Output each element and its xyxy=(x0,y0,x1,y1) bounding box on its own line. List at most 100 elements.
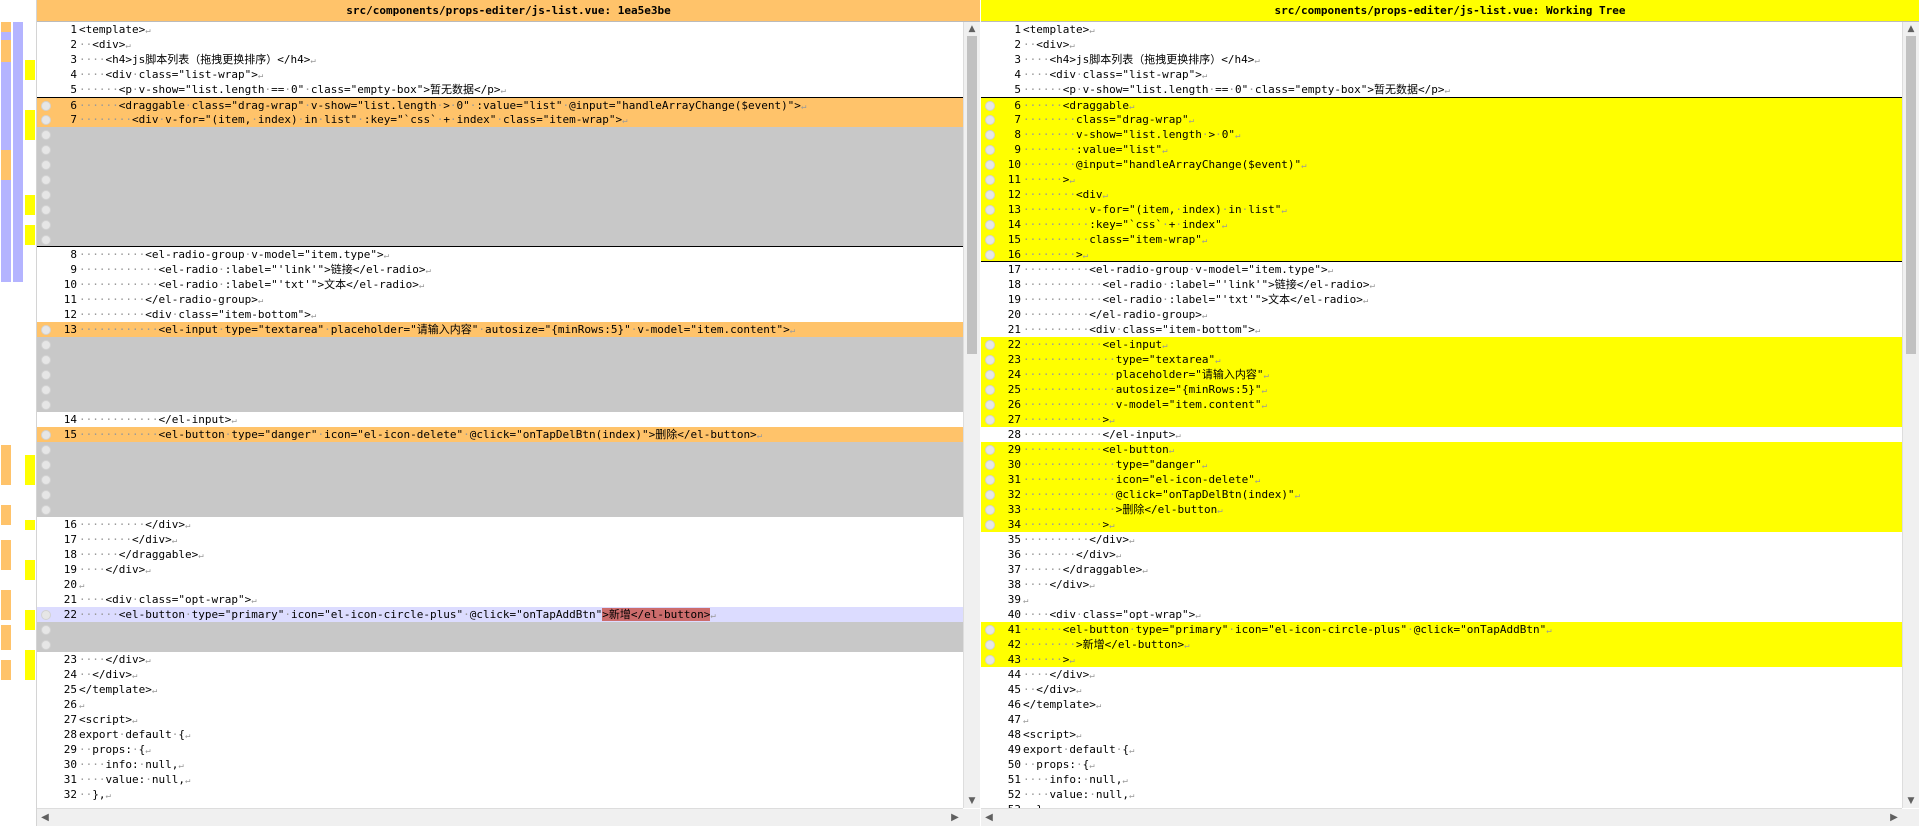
change-marker-icon[interactable] xyxy=(41,355,51,365)
change-marker-icon[interactable] xyxy=(41,505,51,515)
end-of-line-icon: ↵ xyxy=(1254,326,1261,336)
end-of-line-icon: ↵ xyxy=(1362,296,1369,306)
line-number-gutter: 36 xyxy=(981,547,1023,562)
end-of-line-icon: ↵ xyxy=(1369,281,1375,291)
change-marker-icon[interactable] xyxy=(41,220,51,230)
line-number-gutter: 22 xyxy=(37,607,79,622)
line-number-gutter: 2 xyxy=(37,37,79,52)
change-marker-icon[interactable] xyxy=(41,400,51,410)
scroll-left-arrow-icon[interactable]: ◀ xyxy=(37,809,53,826)
change-marker-icon[interactable] xyxy=(41,490,51,500)
diff-filler-line xyxy=(37,457,963,472)
left-code-view[interactable]: 1 <template>↵ 2 ··<div>↵ 3 ····<h4>js脚本列表（拖拽更… xyxy=(37,22,963,808)
change-marker-icon[interactable] xyxy=(41,625,51,635)
line-number-gutter: 37 xyxy=(981,562,1023,577)
code-line: 27 <script>↵ xyxy=(37,712,963,727)
line-number: 40 xyxy=(1007,608,1021,621)
change-marker-icon[interactable] xyxy=(41,370,51,380)
end-of-line-icon: ↵ xyxy=(171,536,178,546)
line-number: 46 xyxy=(1007,698,1021,711)
end-of-line-icon: ↵ xyxy=(1082,251,1089,261)
line-number-gutter: 1 xyxy=(37,22,79,37)
right-horizontal-scrollbar[interactable]: ◀ ▶ xyxy=(981,808,1902,826)
line-number-gutter: 26 xyxy=(981,397,1023,412)
line-number-gutter: 15 xyxy=(981,232,1023,247)
line-number: 28 xyxy=(1007,428,1021,441)
code-line: 33 ··············>删除</el-button↵ xyxy=(981,502,1902,517)
change-marker-icon[interactable] xyxy=(41,340,51,350)
line-number-gutter xyxy=(37,352,79,367)
line-number: 25 xyxy=(1007,383,1021,396)
line-number: 7 xyxy=(70,113,77,126)
change-marker-icon[interactable] xyxy=(41,235,51,245)
diff-filler-line xyxy=(37,217,963,232)
code-line: 1 <template>↵ xyxy=(981,22,1902,37)
end-of-line-icon: ↵ xyxy=(1201,71,1208,81)
line-number-gutter: 23 xyxy=(37,652,79,667)
code-line: 14 ············</el-input>↵ xyxy=(37,412,963,427)
change-marker-icon[interactable] xyxy=(41,160,51,170)
scroll-up-arrow-icon[interactable]: ▲ xyxy=(1903,22,1919,36)
code-line: 20 ··········</el-radio-group>↵ xyxy=(981,307,1902,322)
change-marker-icon[interactable] xyxy=(41,145,51,155)
line-number-gutter xyxy=(37,142,79,157)
code-line: 36 ········</div>↵ xyxy=(981,547,1902,562)
overview-change-marker xyxy=(25,650,35,680)
line-number-gutter: 14 xyxy=(981,217,1023,232)
left-scroll-thumb[interactable] xyxy=(967,36,977,354)
code-line: 10 ········@input="handleArrayChange($eve… xyxy=(981,157,1902,172)
end-of-line-icon: ↵ xyxy=(1261,386,1267,396)
line-number: 13 xyxy=(63,323,77,336)
left-horizontal-scrollbar[interactable]: ◀ ▶ xyxy=(37,808,963,826)
code-line: 43 ······>↵ xyxy=(981,652,1902,667)
scroll-up-arrow-icon[interactable]: ▲ xyxy=(964,22,980,36)
right-scroll-thumb[interactable] xyxy=(1906,36,1916,354)
change-marker-icon[interactable] xyxy=(41,385,51,395)
change-marker-icon[interactable] xyxy=(41,130,51,140)
code-line: 7 ········<div·v-for="(item,·index)·in·li… xyxy=(37,112,963,127)
line-number-gutter xyxy=(37,382,79,397)
left-vertical-scrollbar[interactable]: ▲ ▼ xyxy=(963,22,980,808)
end-of-line-icon: ↵ xyxy=(105,791,111,801)
line-number: 43 xyxy=(1007,653,1021,666)
line-number-gutter: 29 xyxy=(37,742,79,757)
scroll-down-arrow-icon[interactable]: ▼ xyxy=(964,794,980,808)
change-marker-icon[interactable] xyxy=(41,190,51,200)
line-number-gutter: 30 xyxy=(981,457,1023,472)
line-number: 38 xyxy=(1007,578,1021,591)
diff-filler-line xyxy=(37,502,963,517)
line-number: 25 xyxy=(63,683,77,696)
end-of-line-icon: ↵ xyxy=(1075,731,1082,741)
line-number-gutter xyxy=(37,472,79,487)
end-of-line-icon: ↵ xyxy=(1069,41,1075,51)
change-marker-icon[interactable] xyxy=(41,205,51,215)
code-line: 12 ········<div↵ xyxy=(981,187,1902,202)
code-line: 44 ····</div>↵ xyxy=(981,667,1902,682)
diff-overview-strip[interactable] xyxy=(0,0,37,826)
line-number: 9 xyxy=(1014,143,1021,156)
scroll-down-arrow-icon[interactable]: ▼ xyxy=(1903,794,1919,808)
right-vertical-scrollbar[interactable]: ▲ ▼ xyxy=(1902,22,1919,808)
line-number: 21 xyxy=(63,593,77,606)
code-line: 24 ··············placeholder="请输入内容"↵ xyxy=(981,367,1902,382)
change-marker-icon[interactable] xyxy=(41,445,51,455)
end-of-line-icon: ↵ xyxy=(251,596,257,606)
right-pane-title: src/components/props-editer/js-list.vue:… xyxy=(1274,4,1626,17)
right-code-view[interactable]: 1 <template>↵ 2 ··<div>↵ 3 ····<h4>js脚本列表（拖拽更… xyxy=(981,22,1902,808)
scroll-right-arrow-icon[interactable]: ▶ xyxy=(947,809,963,826)
change-marker-icon[interactable] xyxy=(41,175,51,185)
scroll-left-arrow-icon[interactable]: ◀ xyxy=(981,809,997,826)
end-of-line-icon: ↵ xyxy=(1201,461,1208,471)
scroll-right-arrow-icon[interactable]: ▶ xyxy=(1886,809,1902,826)
overview-column-left xyxy=(1,0,11,826)
change-marker-icon[interactable] xyxy=(41,475,51,485)
code-line: 31 ··············icon="el-icon-delete"↵ xyxy=(981,472,1902,487)
code-line: 50 ··props:·{↵ xyxy=(981,757,1902,772)
line-number-gutter: 15 xyxy=(37,427,79,442)
right-diff-pane: src/components/props-editer/js-list.vue:… xyxy=(981,0,1919,826)
change-marker-icon[interactable] xyxy=(41,460,51,470)
line-number: 15 xyxy=(1007,233,1021,246)
change-marker-icon[interactable] xyxy=(41,640,51,650)
end-of-line-icon: ↵ xyxy=(1122,776,1128,786)
line-number-gutter: 6 xyxy=(37,98,79,113)
